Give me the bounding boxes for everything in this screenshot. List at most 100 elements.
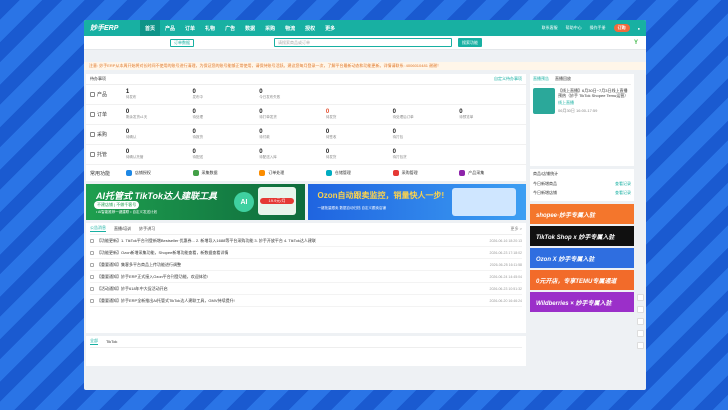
news-bullet-icon [90, 274, 94, 279]
news-item[interactable]: 【重要通知】集客多平台商品上传功能进行调整 2026-06-25 16:11:58 [90, 259, 522, 271]
support-link[interactable]: 联系客服 [542, 25, 558, 31]
user-icon[interactable]: ● [638, 26, 640, 31]
todo-cell[interactable]: 0 待配送入库 [259, 149, 326, 160]
todo-cell[interactable]: 0 待处理 [193, 109, 260, 120]
news-item[interactable]: 【活动通知】妙手618年中大促活动开启 2026-06-23 10:51:32 [90, 283, 522, 295]
tool-item[interactable]: 订单处理 [259, 170, 326, 176]
banner1-lines: • AI智能推荐一键建联 • 自定义发送计划 [96, 210, 157, 214]
side-toolbar [637, 294, 645, 354]
nav-item-3[interactable]: 礼物 [200, 20, 220, 36]
tool-item[interactable]: 采集数据 [192, 170, 260, 176]
stats-shops-link[interactable]: 查看记录 [615, 190, 631, 196]
news-tab[interactable]: 妙手讲习 [139, 226, 155, 232]
todo-row: 产品 1 待发布 0 发布中 0 今日发布失败 [86, 85, 526, 105]
todo-cell[interactable]: 0 今日发布失败 [259, 89, 326, 100]
nav-item-0[interactable]: 首页 [140, 20, 161, 36]
news-item[interactable]: 【重要通知】妙手ERP全新推出AI托管式TikTok达人建联工具，GMV持续提升… [90, 295, 522, 307]
search-button[interactable]: 搜索功能 [458, 38, 482, 47]
todo-cell[interactable]: 1 待发布 [126, 89, 193, 100]
news-tab[interactable]: 公告消息 [90, 225, 106, 232]
side-tool-1[interactable] [637, 294, 644, 301]
promo-banner[interactable]: shopee·妙手专属入驻 [530, 204, 634, 224]
nav-item-6[interactable]: 采购 [260, 20, 280, 36]
app-download-button[interactable]: 订单数据 [170, 38, 194, 47]
news-tab[interactable]: 直播/培训 [114, 226, 131, 232]
manual-link[interactable]: 操作手册 [590, 25, 606, 31]
todo-cell[interactable]: 0 待确认 [126, 129, 193, 140]
promo-banner[interactable]: 0元开店，专享TEMU专属通道 [530, 270, 634, 290]
order-button[interactable]: 订购 [613, 24, 630, 32]
bottom-panel: 全部 TikTok [86, 336, 526, 366]
stats-products: 今日新增商品 [533, 181, 557, 186]
todo-cell[interactable]: 0 待发货 [326, 149, 393, 160]
todo-cell[interactable]: 0 发布中 [193, 89, 260, 100]
todo-cell-label: 剩余发货≤1天 [125, 115, 148, 119]
side-tool-5[interactable] [637, 342, 644, 349]
todo-row-label: 托管 [86, 151, 126, 158]
todo-cell[interactable]: 0 待付款 [259, 129, 326, 140]
todo-cell[interactable]: 0 待确认托管 [126, 149, 193, 160]
todo-cell[interactable]: 0 待签收 [326, 129, 393, 140]
todo-cell[interactable]: 0 待打包货 [393, 149, 460, 160]
promo-banner[interactable]: TikTok Shop x 妙手专属入驻 [530, 226, 634, 246]
help-link[interactable]: 帮助中心 [566, 25, 582, 31]
news-panel: 公告消息 直播/培训 妙手讲习 更多 > 【功能更新】1. TikTok平台刊登新增B… [86, 223, 526, 333]
todo-cell[interactable]: 0 待预览单 [459, 109, 526, 120]
tool-label: 产品采集 [468, 170, 485, 175]
news-bullet-icon [90, 238, 94, 243]
todo-cell-label: 待配送 [192, 155, 204, 159]
news-item[interactable]: 【重要通知】妙手ERP正式接入Ozon平台刊登功能，欢迎体验! 2026-06-2… [90, 271, 522, 283]
news-item[interactable]: 【功能更新】1. TikTok平台刊登新增Bestseller 优惠券... 2… [90, 235, 522, 247]
todo-customize-link[interactable]: 自定义待办事项 [494, 76, 522, 82]
live-tag: 线上直播 [558, 100, 574, 105]
news-more-link[interactable]: 更多 > [511, 226, 522, 232]
tool-icon [192, 170, 199, 176]
tool-item[interactable]: 店铺授权 [125, 170, 193, 176]
live-title[interactable]: 【线上直播】6月30日~7月3日线上直播预热（妙手 TikTok Shopee … [558, 88, 631, 98]
nav-item-4[interactable]: 广告 [220, 20, 240, 36]
side-tool-4[interactable] [637, 330, 644, 337]
logo-text: 妙手ERP [90, 25, 119, 32]
search-input[interactable]: 请搜索商品或订单 [274, 38, 452, 47]
tool-item[interactable]: 采购管理 [392, 170, 460, 176]
news-item[interactable]: 【功能更新】Ozon新增采集功能，Shopee新增功能查看，新数据查看详情 202… [90, 247, 522, 259]
todo-cell-label: 待处理后订单 [392, 115, 414, 119]
tiktok-ai-banner[interactable]: AI托管式 TikTok达人建联工具 不建店铺 | 不做千客号 • AI智能推荐… [86, 184, 305, 220]
nav-item-9[interactable]: 更多 [320, 20, 340, 36]
todo-cell[interactable]: 0 待打包 [393, 129, 460, 140]
todo-cell[interactable]: 0 待报货 [193, 129, 260, 140]
promo-banner[interactable]: Wildberries × 妙手专属入驻 [530, 292, 634, 312]
tab-live-preview[interactable]: 直播预告 [533, 76, 549, 82]
app-logo[interactable]: 妙手ERP [84, 23, 140, 33]
tool-item[interactable]: 产品采集 [459, 170, 526, 176]
nav-item-2[interactable]: 订单 [180, 20, 200, 36]
todo-row-label: 订单 [86, 111, 126, 118]
side-tool-2[interactable] [637, 306, 644, 313]
tab-live-replay[interactable]: 直播回放 [555, 76, 571, 82]
todo-cell-label: 待处理 [192, 115, 204, 119]
stats-products-link[interactable]: 查看记录 [615, 181, 631, 187]
todo-cell[interactable]: 0 待处理后订单 [393, 109, 460, 120]
ai-icon: AI [234, 192, 254, 212]
nav-item-7[interactable]: 物流 [280, 20, 300, 36]
nav-item-5[interactable]: 数据 [240, 20, 260, 36]
news-date: 2026-06-23 17:18:02 [489, 250, 523, 255]
news-date: 2026-06-16 18:20:13 [489, 238, 523, 243]
banner2-title: Ozon自动跟卖监控，销量快人一步! [318, 190, 445, 201]
todo-cell[interactable]: 0 待配送 [193, 149, 260, 160]
todo-label-text: 产品 [97, 92, 108, 98]
promo-banner[interactable]: Ozon X 妙手专属入驻 [530, 248, 634, 268]
todo-cell[interactable]: 0 待打单发货 [259, 109, 326, 120]
todo-cell-label: 待预览单 [459, 115, 474, 119]
nav-item-1[interactable]: 产品 [160, 20, 180, 36]
ozon-banner[interactable]: Ozon自动跟卖监控，销量快人一步! 一键批量跟卖 数据自动归档 自定义跟卖店铺 [307, 184, 526, 220]
tool-item[interactable]: 仓储管理 [325, 170, 393, 176]
tab-tiktok[interactable]: TikTok [106, 339, 117, 344]
todo-cell[interactable]: 0 待发货 [326, 109, 393, 120]
todo-row: 订单 0 剩余发货≤1天 0 待处理 0 待打单发货 0 待发货 0 待处理后订单 0 待预览单 [86, 105, 526, 125]
side-tool-3[interactable] [637, 318, 644, 325]
todo-cell[interactable]: 0 剩余发货≤1天 [126, 109, 193, 120]
tab-all[interactable]: 全部 [90, 338, 98, 345]
notice-banner: 注意: 妙手ERP从本周开始将对长时间不使用的账号进行清理，为保证您的账号能够正… [84, 62, 646, 70]
nav-item-8[interactable]: 授权 [300, 20, 320, 36]
